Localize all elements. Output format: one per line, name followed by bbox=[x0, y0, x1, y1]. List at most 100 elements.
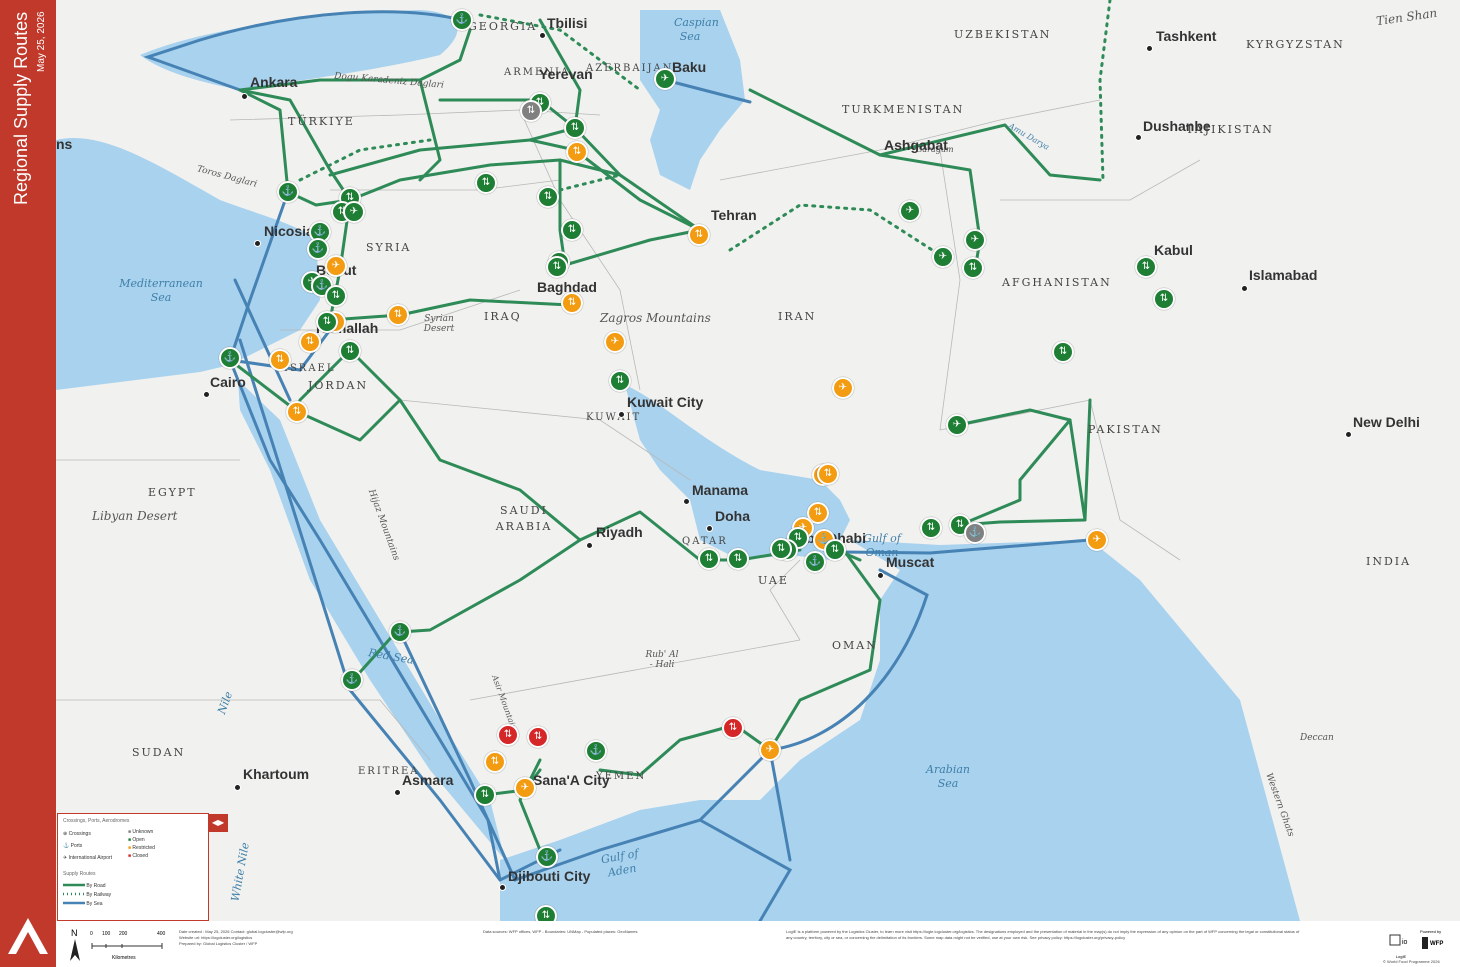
crossing-open-marker[interactable]: ⇅ bbox=[1052, 341, 1074, 363]
port-open-marker[interactable]: ⚓ bbox=[451, 9, 473, 31]
airport-open-marker[interactable]: ✈ bbox=[343, 201, 365, 223]
crossing-open-marker[interactable]: ⇅ bbox=[339, 340, 361, 362]
crossing-open-marker[interactable]: ⇅ bbox=[609, 370, 631, 392]
legend-label: Unknown bbox=[132, 829, 154, 835]
crossing-open-marker[interactable]: ⇅ bbox=[561, 219, 583, 241]
country-label: TÜRKIYE bbox=[288, 115, 355, 128]
legend-label: By Sea bbox=[86, 901, 103, 907]
crossing-open-marker[interactable]: ⇅ bbox=[537, 186, 559, 208]
crossing-restricted-marker[interactable]: ⇅ bbox=[484, 751, 506, 773]
port-open-marker[interactable]: ⚓ bbox=[277, 181, 299, 203]
airport-restricted-marker[interactable]: ✈ bbox=[759, 739, 781, 761]
crossing-open-marker[interactable]: ⇅ bbox=[316, 311, 338, 333]
country-label: QATAR bbox=[682, 536, 728, 547]
crossing-open-marker[interactable]: ⇅ bbox=[325, 285, 347, 307]
crossing-open-marker[interactable]: ⇅ bbox=[727, 548, 749, 570]
legend-section-title: Supply Routes bbox=[63, 871, 96, 877]
crossing-closed-marker[interactable]: ⇅ bbox=[722, 717, 744, 739]
crossing-open-marker[interactable]: ⇅ bbox=[535, 905, 557, 921]
country-label: IRAN bbox=[778, 310, 817, 323]
scale-tick: 200 bbox=[119, 931, 128, 937]
crossing-restricted-marker[interactable]: ⇅ bbox=[817, 463, 839, 485]
airport-open-marker[interactable]: ✈ bbox=[946, 414, 968, 436]
port-open-marker[interactable]: ⚓ bbox=[341, 669, 363, 691]
port-open-marker[interactable]: ⚓ bbox=[219, 347, 241, 369]
city-label: Dushanbe bbox=[1143, 118, 1211, 134]
map-date: May 25, 2026 bbox=[36, 11, 47, 72]
city-label: New Delhi bbox=[1353, 414, 1420, 430]
crossing-open-marker[interactable]: ⇅ bbox=[1153, 288, 1175, 310]
crossing-open-marker[interactable]: ⇅ bbox=[564, 117, 586, 139]
crossing-restricted-marker[interactable]: ⇅ bbox=[387, 304, 409, 326]
footer-copyright: © World Food Programme 2026 bbox=[1383, 959, 1440, 964]
legend-label: By Railway bbox=[86, 892, 112, 898]
crossing-open-marker[interactable]: ⇅ bbox=[920, 517, 942, 539]
crossing-open-marker[interactable]: ⇅ bbox=[770, 538, 792, 560]
city-label: Doha bbox=[715, 508, 750, 524]
crossing-restricted-marker[interactable]: ⇅ bbox=[688, 224, 710, 246]
crossing-unknown-marker[interactable]: ⇅ bbox=[520, 100, 542, 122]
crossing-closed-marker[interactable]: ⇅ bbox=[497, 724, 519, 746]
port-open-marker[interactable]: ⚓ bbox=[536, 846, 558, 868]
map-canvas[interactable]: GEORGIA ARMENIA AZERBAIJAN UZBEKISTAN KY… bbox=[56, 0, 1460, 921]
country-label: UZBEKISTAN bbox=[954, 28, 1052, 41]
country-label: GEORGIA bbox=[468, 20, 538, 33]
airport-restricted-marker[interactable]: ✈ bbox=[832, 377, 854, 399]
crossing-open-marker[interactable]: ⇅ bbox=[824, 539, 846, 561]
logcluster-logo-icon bbox=[8, 918, 48, 954]
country-label: KUWAIT bbox=[586, 412, 642, 423]
legend-status-closed: ■ Closed bbox=[128, 853, 148, 859]
port-open-marker[interactable]: ⚓ bbox=[307, 238, 329, 260]
airport-open-marker[interactable]: ✈ bbox=[654, 68, 676, 90]
svg-text:io: io bbox=[1402, 939, 1408, 946]
city-label: Cairo bbox=[210, 374, 246, 390]
crossing-restricted-marker[interactable]: ⇅ bbox=[566, 141, 588, 163]
legend-crossings: ⊕ Crossings bbox=[63, 831, 91, 837]
svg-text:N: N bbox=[71, 928, 78, 938]
airport-restricted-marker[interactable]: ✈ bbox=[1086, 529, 1108, 551]
airport-open-marker[interactable]: ✈ bbox=[899, 200, 921, 222]
port-open-marker[interactable]: ⚓ bbox=[804, 551, 826, 573]
crossing-open-marker[interactable]: ⇅ bbox=[698, 548, 720, 570]
crossing-open-marker[interactable]: ⇅ bbox=[1135, 256, 1157, 278]
crossing-restricted-marker[interactable]: ⇅ bbox=[299, 331, 321, 353]
scale-unit: Kilometres bbox=[112, 955, 136, 961]
crossing-closed-marker[interactable]: ⇅ bbox=[527, 726, 549, 748]
terrain-label: Rub' Al - Hali bbox=[645, 650, 679, 670]
map-title: Regional Supply Routes bbox=[11, 11, 31, 205]
red-sea bbox=[238, 380, 505, 860]
legend-railway: By Railway bbox=[63, 892, 111, 898]
airport-restricted-marker[interactable]: ✈ bbox=[514, 777, 536, 799]
crossing-open-marker[interactable]: ⇅ bbox=[962, 257, 984, 279]
legend-status-open: ■ Open bbox=[128, 837, 145, 843]
terrain-label: Libyan Desert bbox=[92, 509, 178, 523]
crossing-restricted-marker[interactable]: ⇅ bbox=[269, 349, 291, 371]
port-unknown-marker[interactable]: ⚓ bbox=[964, 522, 986, 544]
crossing-open-marker[interactable]: ⇅ bbox=[475, 172, 497, 194]
logie-logo-icon: io LogIE bbox=[1388, 933, 1414, 959]
airport-open-marker[interactable]: ✈ bbox=[932, 246, 954, 268]
crossing-open-marker[interactable]: ⇅ bbox=[546, 256, 568, 278]
country-label: INDIA bbox=[1366, 555, 1412, 568]
crossing-restricted-marker[interactable]: ⇅ bbox=[561, 292, 583, 314]
port-open-marker[interactable]: ⚓ bbox=[585, 740, 607, 762]
airport-restricted-marker[interactable]: ✈ bbox=[325, 255, 347, 277]
legend-status-unknown: ■ Unknown bbox=[128, 829, 154, 835]
city-label: Sana'A City bbox=[533, 772, 610, 788]
country-label: ISRAEL bbox=[284, 363, 336, 374]
country-label: UAE bbox=[758, 574, 789, 587]
crossing-open-marker[interactable]: ⇅ bbox=[474, 784, 496, 806]
crossing-restricted-marker[interactable]: ⇅ bbox=[286, 401, 308, 423]
country-label: SAUDI ARABIA bbox=[495, 504, 553, 533]
legend-airport: ✈ International Airport bbox=[63, 855, 112, 861]
terrain-label: Deccan bbox=[1300, 733, 1334, 743]
legend-toggle-button[interactable]: ◀▶ bbox=[208, 814, 228, 832]
city-label: Tashkent bbox=[1156, 28, 1217, 44]
airport-open-marker[interactable]: ✈ bbox=[964, 229, 986, 251]
legend-status-restricted: ■ Restricted bbox=[128, 845, 155, 851]
legend-label: Restricted bbox=[132, 845, 155, 851]
city-label: Baku bbox=[672, 59, 707, 75]
port-open-marker[interactable]: ⚓ bbox=[389, 621, 411, 643]
airport-restricted-marker[interactable]: ✈ bbox=[604, 331, 626, 353]
map-footer: N 0 100 200 400 Kilometres Date created … bbox=[56, 921, 1460, 967]
